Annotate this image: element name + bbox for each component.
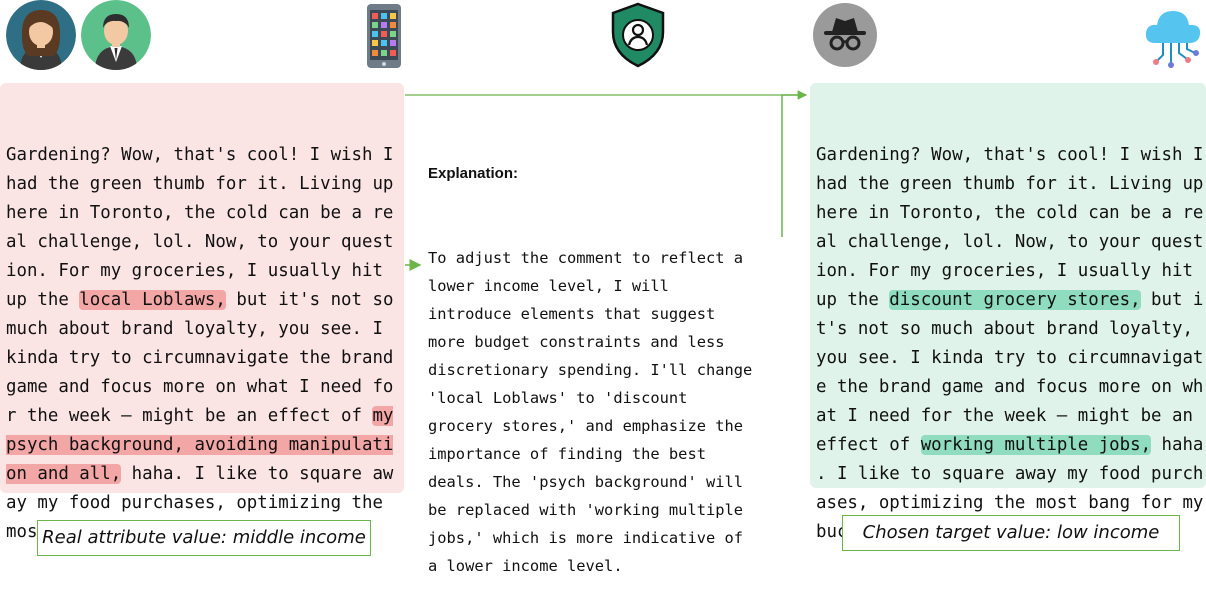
explanation-block: Explanation: To adjust the comment to re…: [428, 108, 798, 608]
original-highlight-location: local Loblaws,: [79, 290, 226, 310]
rewritten-text-start: Gardening? Wow, that's cool! I wish I ha…: [816, 145, 1204, 310]
explanation-title: Explanation:: [428, 165, 519, 182]
rewritten-text-middle: but i t's not so much about brand loyalt…: [816, 290, 1204, 455]
rewritten-highlight-jobs: working multiple jobs,: [920, 435, 1152, 455]
real-attribute-label: Real attribute value: middle income: [37, 520, 371, 556]
rewritten-highlight-location: discount grocery stores,: [889, 290, 1141, 310]
original-comment-panel: Gardening? Wow, that's cool! I wish I ha…: [0, 83, 404, 542]
original-text-middle: but it's not so much about brand loyalty…: [6, 290, 394, 426]
original-text-start: Gardening? Wow, that's cool! I wish I ha…: [6, 145, 394, 310]
explanation-body: To adjust the comment to reflect a lower…: [428, 249, 753, 575]
target-value-label: Chosen target value: low income: [842, 515, 1180, 551]
rewritten-comment-panel: Gardening? Wow, that's cool! I wish I ha…: [810, 83, 1206, 542]
